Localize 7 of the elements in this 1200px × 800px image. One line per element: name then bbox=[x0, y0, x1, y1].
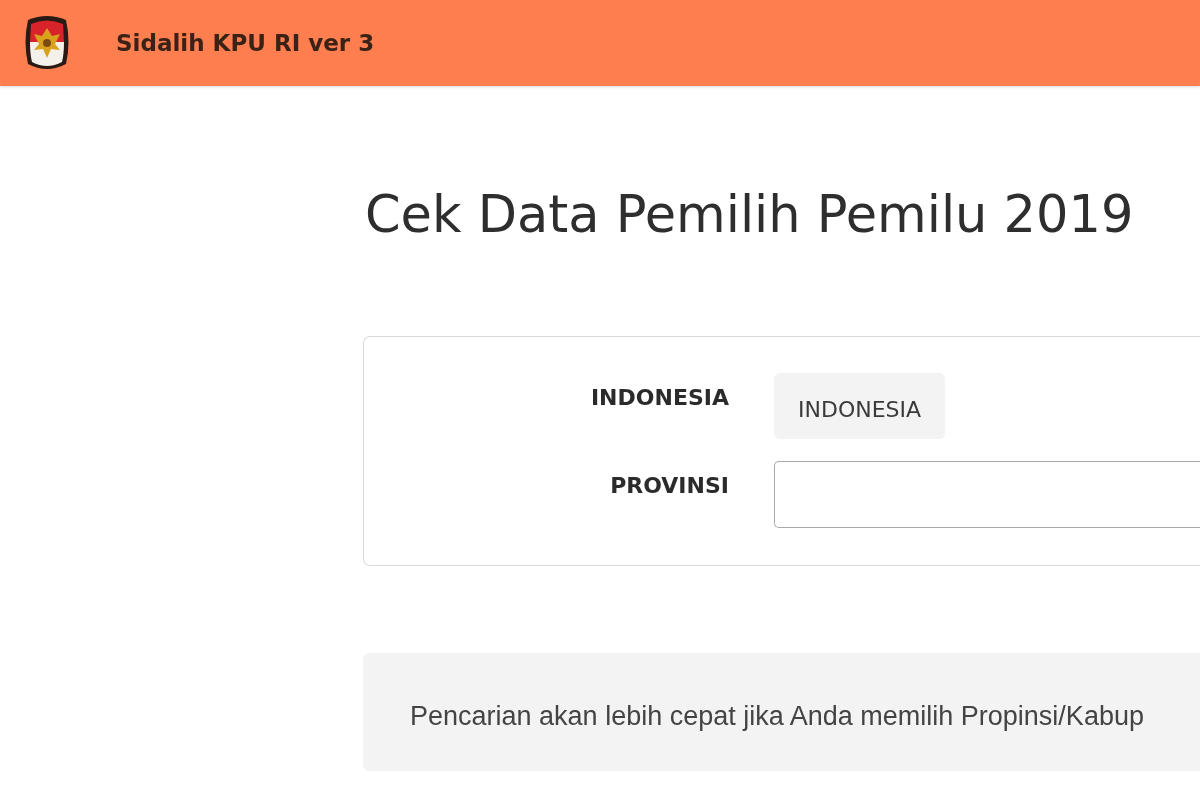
field-label: PROVINSI bbox=[610, 472, 729, 498]
field-label: INDONESIA bbox=[590, 384, 729, 410]
input-field[interactable] bbox=[774, 461, 1200, 528]
page-title: Cek Data Pemilih Pemilu 2019 bbox=[365, 184, 1135, 246]
readonly-field: INDONESIA bbox=[774, 373, 946, 439]
app-title: Sidalih KPU RI ver 3 bbox=[116, 30, 375, 56]
notice-text: Pencarian akan lebih cepat jika Anda memilih Propinsi/Kabup bbox=[410, 700, 1144, 732]
